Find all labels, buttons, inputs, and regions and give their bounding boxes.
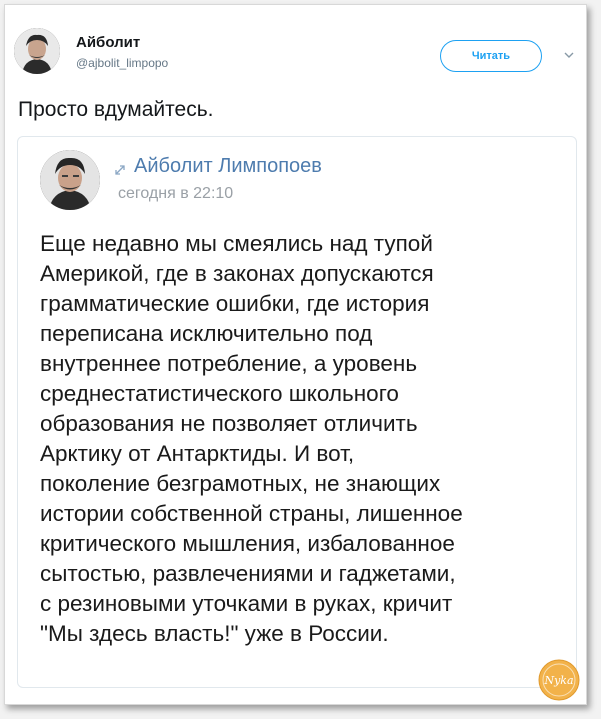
post-body: Еще недавно мы смеялись над тупой Америк…: [40, 231, 463, 646]
post-author-link[interactable]: Айболит Лимпопоев: [134, 155, 322, 178]
profile-handle[interactable]: @ajbolit_limpopo: [76, 56, 168, 70]
portrait-icon: [14, 28, 60, 74]
svg-text:Nyka: Nyka: [543, 674, 573, 687]
author-avatar[interactable]: [40, 150, 100, 210]
tweet-text: Просто вдумайтесь.: [18, 98, 214, 121]
profile-name[interactable]: Айболит: [76, 34, 140, 51]
watermark-logo: Nyka: [538, 659, 580, 701]
repost-icon: [114, 162, 128, 176]
post-timestamp: сегодня в 22:10: [118, 185, 234, 202]
follow-button[interactable]: Читать: [440, 40, 542, 72]
profile-avatar[interactable]: [14, 28, 60, 74]
portrait-icon: [40, 150, 100, 210]
chevron-down-icon[interactable]: [563, 48, 575, 60]
